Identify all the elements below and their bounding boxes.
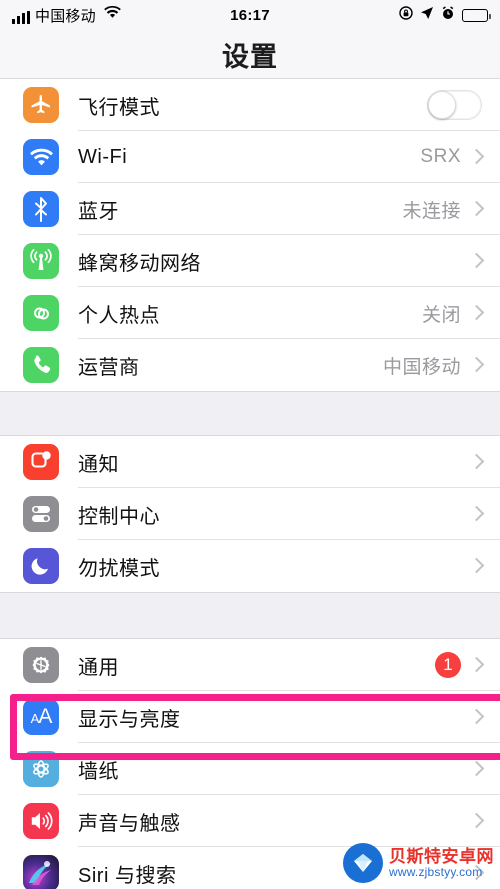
chevron-right-icon [468, 304, 485, 321]
chevron-right-icon [468, 453, 485, 470]
chevron-right-icon [468, 656, 485, 673]
carrier-value: 中国移动 [382, 356, 461, 378]
group-spacer [0, 392, 500, 435]
watermark-text: 贝斯特安卓网 www.zjbstyy.com [389, 846, 494, 879]
settings-row-label: Wi-Fi [78, 145, 128, 168]
settings-row-label: 控制中心 [78, 505, 160, 528]
settings-row-label: 声音与触感 [78, 812, 181, 835]
row-accessory: SRX [420, 146, 500, 168]
status-badge: 1 [435, 652, 461, 678]
chevron-right-icon [468, 252, 485, 269]
settings-row-label: Siri 与搜索 [78, 864, 177, 887]
settings-row-sounds-haptics[interactable]: 声音与触感 [0, 795, 500, 847]
settings-row-label: 墙纸 [78, 760, 119, 783]
row-accessory: 中国移动 [383, 352, 500, 379]
row-accessory [461, 760, 500, 777]
chevron-right-icon [468, 356, 485, 373]
row-accessory [427, 90, 500, 120]
settings-row-do-not-disturb[interactable]: 勿扰模式 [0, 540, 500, 592]
phone-icon [23, 347, 59, 383]
row-accessory [461, 252, 500, 269]
hotspot-status-value: 关闭 [421, 304, 461, 326]
speaker-icon [23, 803, 59, 839]
chevron-right-icon [468, 200, 485, 217]
settings-row-general[interactable]: 通用 1 [0, 639, 500, 691]
wifi-icon [23, 139, 59, 175]
settings-row-label: 通知 [78, 453, 119, 476]
chevron-right-icon [468, 505, 485, 522]
row-accessory [461, 453, 500, 470]
settings-group-notifications: 通知 控制中心 勿扰模式 [0, 435, 500, 593]
battery-icon [462, 8, 491, 22]
page-title: 设置 [222, 41, 278, 72]
settings-row-personal-hotspot[interactable]: 个人热点 关闭 [0, 287, 500, 339]
bluetooth-status-value: 未连接 [402, 200, 461, 222]
settings-row-label: 运营商 [78, 356, 140, 379]
settings-row-label: 显示与亮度 [78, 708, 181, 731]
row-accessory: 未连接 [402, 196, 500, 223]
airplane-mode-toggle[interactable] [427, 90, 482, 120]
bluetooth-icon [23, 191, 59, 227]
settings-row-label: 个人热点 [78, 304, 160, 327]
row-accessory [461, 812, 500, 829]
settings-row-cellular[interactable]: 蜂窝移动网络 [0, 235, 500, 287]
iphone-settings-screen: 中国移动 16:17 设置 飞行模式 Wi-Fi SRX 蓝牙 未连接 蜂窝移动… [0, 0, 500, 889]
chevron-right-icon [468, 148, 485, 165]
wifi-network-value: SRX [420, 146, 461, 167]
control-center-icon [23, 496, 59, 532]
settings-row-label: 通用 [78, 656, 119, 679]
row-accessory: 关闭 [422, 300, 500, 327]
settings-row-label: 飞行模式 [78, 96, 160, 119]
gear-icon [23, 647, 59, 683]
airplane-icon [23, 87, 59, 123]
wallpaper-icon [23, 751, 59, 787]
row-accessory [461, 557, 500, 574]
notifications-icon [23, 444, 59, 480]
settings-row-carrier[interactable]: 运营商 中国移动 [0, 339, 500, 391]
watermark: 贝斯特安卓网 www.zjbstyy.com [343, 843, 494, 883]
group-spacer [0, 593, 500, 638]
personal-hotspot-icon [23, 295, 59, 331]
watermark-title: 贝斯特安卓网 [389, 846, 494, 866]
chevron-right-icon [468, 708, 485, 725]
settings-row-display-brightness[interactable]: AA 显示与亮度 [0, 691, 500, 743]
settings-group-connectivity: 飞行模式 Wi-Fi SRX 蓝牙 未连接 蜂窝移动网络 个人热点 关闭 运营商… [0, 78, 500, 392]
display-brightness-icon: AA [23, 699, 59, 735]
settings-row-airplane-mode[interactable]: 飞行模式 [0, 79, 500, 131]
status-bar-clock: 16:17 [230, 6, 270, 24]
settings-row-label: 勿扰模式 [78, 557, 160, 580]
row-accessory: 1 [435, 652, 500, 678]
row-accessory [461, 708, 500, 725]
watermark-logo-icon [343, 843, 383, 883]
settings-row-wallpaper[interactable]: 墙纸 [0, 743, 500, 795]
settings-row-label: 蜂窝移动网络 [78, 252, 201, 275]
cellular-icon [23, 243, 59, 279]
siri-icon [23, 855, 59, 889]
settings-row-control-center[interactable]: 控制中心 [0, 488, 500, 540]
watermark-url: www.zjbstyy.com [389, 864, 483, 879]
chevron-right-icon [468, 557, 485, 574]
settings-row-notifications[interactable]: 通知 [0, 436, 500, 488]
chevron-right-icon [468, 760, 485, 777]
settings-row-bluetooth[interactable]: 蓝牙 未连接 [0, 183, 500, 235]
nav-bar: 设置 [0, 30, 500, 78]
moon-icon [23, 548, 59, 584]
settings-list: 飞行模式 Wi-Fi SRX 蓝牙 未连接 蜂窝移动网络 个人热点 关闭 运营商… [0, 78, 500, 889]
row-accessory [461, 505, 500, 522]
chevron-right-icon [468, 812, 485, 829]
settings-row-label: 蓝牙 [78, 200, 119, 223]
settings-row-wifi[interactable]: Wi-Fi SRX [0, 131, 500, 183]
status-bar: 中国移动 16:17 [0, 0, 500, 30]
